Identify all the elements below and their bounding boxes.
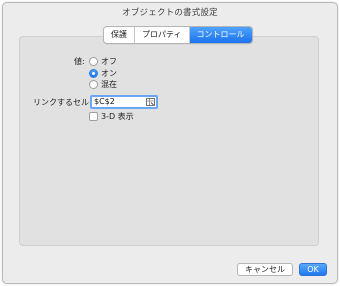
control-panel bbox=[19, 36, 319, 246]
3d-shading-label[interactable]: 3-D 表示 bbox=[101, 111, 134, 122]
value-label: 値: bbox=[74, 57, 85, 66]
cell-reference-icon[interactable] bbox=[146, 98, 155, 106]
radio-on-label[interactable]: オン bbox=[101, 68, 117, 79]
radio-mixed-label[interactable]: 混在 bbox=[101, 79, 117, 90]
ok-button[interactable]: OK bbox=[299, 263, 327, 276]
linked-cell-label: リンクするセル: bbox=[33, 98, 92, 107]
radio-mixed[interactable] bbox=[89, 80, 98, 89]
format-object-dialog: オブジェクトの書式設定 保護 プロパティ コントロール 値: オフ オン 混在 … bbox=[2, 2, 338, 284]
linked-cell-value: $C$2 bbox=[94, 97, 115, 106]
radio-off[interactable] bbox=[89, 57, 98, 66]
linked-cell-input[interactable]: $C$2 bbox=[90, 95, 158, 109]
cancel-button[interactable]: キャンセル bbox=[237, 263, 293, 276]
tab-bar: 保護 プロパティ コントロール bbox=[103, 26, 253, 44]
tab-protection[interactable]: 保護 bbox=[104, 27, 135, 43]
radio-off-label[interactable]: オフ bbox=[101, 56, 117, 67]
3d-shading-checkbox[interactable] bbox=[89, 112, 98, 121]
radio-on[interactable] bbox=[89, 69, 98, 78]
tab-properties[interactable]: プロパティ bbox=[135, 27, 190, 43]
tab-control[interactable]: コントロール bbox=[189, 27, 252, 43]
dialog-title: オブジェクトの書式設定 bbox=[122, 8, 218, 18]
